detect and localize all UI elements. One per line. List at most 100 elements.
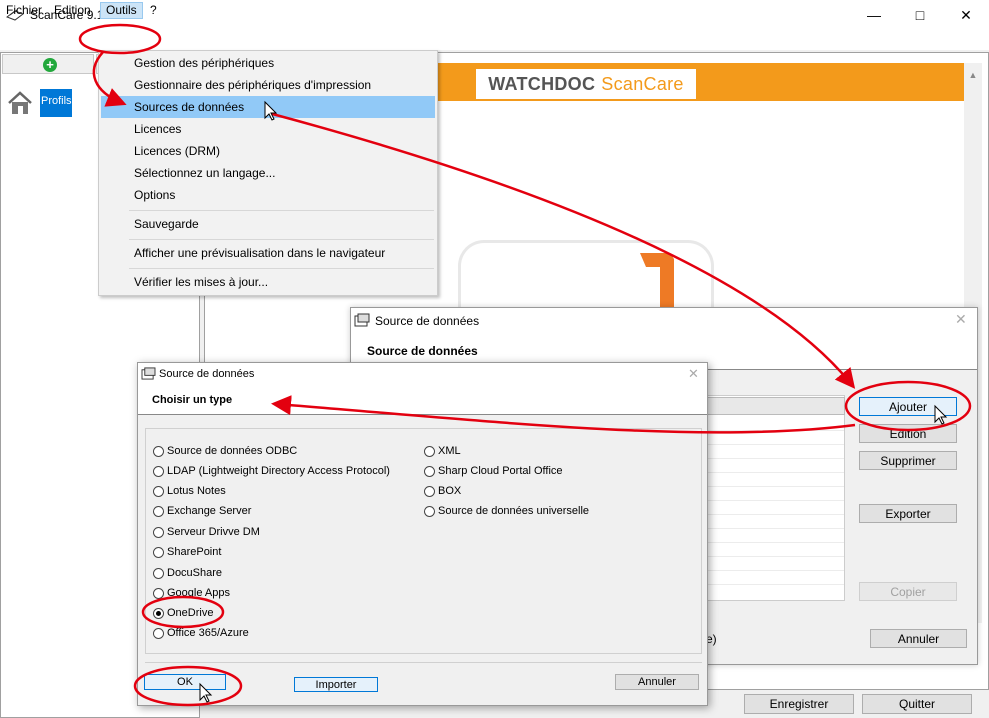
radio-button-selected[interactable] bbox=[153, 607, 164, 619]
type-cancel-button[interactable]: Annuler bbox=[615, 674, 699, 690]
radio-label: Source de données ODBC bbox=[167, 445, 298, 457]
radio-label: LDAP (Lightweight Directory Access Proto… bbox=[167, 465, 390, 477]
radio-option-odbc[interactable]: Source de données ODBC bbox=[153, 443, 297, 459]
menu-edition[interactable]: Edition bbox=[48, 2, 97, 19]
radio-option-ldap[interactable]: LDAP (Lightweight Directory Access Proto… bbox=[153, 463, 390, 479]
radio-label: Sharp Cloud Portal Office bbox=[438, 465, 563, 477]
datasource-dialog-title: Source de données bbox=[375, 314, 480, 328]
close-icon[interactable]: ✕ bbox=[943, 0, 989, 30]
radio-option-google-apps[interactable]: Google Apps bbox=[153, 585, 230, 601]
ok-button[interactable]: OK bbox=[144, 674, 226, 690]
menu-separator bbox=[129, 210, 434, 211]
radio-label: Office 365/Azure bbox=[167, 627, 249, 639]
outils-dropdown-menu: Gestion des périphériques Gestionnaire d… bbox=[98, 50, 438, 296]
list-row-line bbox=[706, 514, 844, 515]
menu-item-browser-preview[interactable]: Afficher une prévisualisation dans le na… bbox=[101, 242, 435, 264]
close-icon[interactable]: ✕ bbox=[955, 311, 971, 328]
radio-button[interactable] bbox=[153, 546, 164, 558]
radio-label: Serveur Drivve DM bbox=[167, 526, 260, 538]
list-row-line bbox=[706, 430, 844, 431]
menu-help[interactable]: ? bbox=[144, 2, 163, 19]
radio-option-drivve[interactable]: Serveur Drivve DM bbox=[153, 524, 260, 540]
list-row-line bbox=[706, 570, 844, 571]
export-button[interactable]: Exporter bbox=[859, 504, 957, 523]
copy-button[interactable]: Copier bbox=[859, 582, 957, 601]
radio-option-onedrive[interactable]: OneDrive bbox=[153, 605, 213, 621]
radio-option-docushare[interactable]: DocuShare bbox=[153, 565, 222, 581]
datasource-list-header bbox=[705, 397, 845, 415]
datasource-cancel-button[interactable]: Annuler bbox=[870, 629, 967, 648]
radio-button[interactable] bbox=[424, 465, 435, 477]
menu-item-check-updates[interactable]: Vérifier les mises à jour... bbox=[101, 271, 435, 293]
radio-button[interactable] bbox=[153, 627, 164, 639]
maximize-icon[interactable]: □ bbox=[897, 0, 943, 30]
choose-type-heading: Choisir un type bbox=[152, 394, 233, 406]
list-row-line bbox=[706, 542, 844, 543]
quit-button[interactable]: Quitter bbox=[862, 694, 972, 714]
list-row-line bbox=[706, 458, 844, 459]
radio-label: SharePoint bbox=[167, 546, 222, 558]
profiles-item[interactable]: Profils bbox=[40, 89, 72, 117]
menu-item-select-language[interactable]: Sélectionnez un langage... bbox=[101, 162, 435, 184]
watchdoc-logo: WATCHDOC ScanCare bbox=[476, 69, 696, 99]
radio-option-exchange[interactable]: Exchange Server bbox=[153, 503, 251, 519]
radio-button[interactable] bbox=[153, 587, 164, 599]
datasource-dialog-heading: Source de données bbox=[367, 344, 478, 358]
dialog-icon bbox=[354, 313, 370, 327]
add-button[interactable]: Ajouter bbox=[859, 397, 957, 416]
menu-item-licences[interactable]: Licences bbox=[101, 118, 435, 140]
menu-item-data-sources[interactable]: Sources de données bbox=[101, 96, 435, 118]
menu-separator bbox=[129, 239, 434, 240]
import-button[interactable]: Importer bbox=[294, 677, 378, 692]
radio-label: Exchange Server bbox=[167, 505, 252, 517]
dialog-icon bbox=[141, 367, 156, 380]
menu-item-device-management[interactable]: Gestion des périphériques bbox=[101, 52, 435, 74]
menu-item-backup[interactable]: Sauvegarde bbox=[101, 213, 435, 235]
radio-label: Lotus Notes bbox=[167, 485, 226, 497]
logo-text: WATCHDOC bbox=[488, 73, 596, 94]
radio-option-box[interactable]: BOX bbox=[424, 483, 461, 499]
list-row-line bbox=[706, 472, 844, 473]
radio-option-sharepoint[interactable]: SharePoint bbox=[153, 544, 221, 560]
profiles-toolbar: + bbox=[2, 54, 94, 74]
radio-button[interactable] bbox=[153, 567, 164, 579]
radio-button[interactable] bbox=[153, 465, 164, 477]
radio-button[interactable] bbox=[153, 485, 164, 497]
radio-option-office365[interactable]: Office 365/Azure bbox=[153, 625, 249, 641]
list-row-line bbox=[706, 584, 844, 585]
choose-type-dialog-title: Source de données bbox=[159, 368, 255, 380]
logo-accent-text: ScanCare bbox=[601, 73, 684, 94]
menu-item-options[interactable]: Options bbox=[101, 184, 435, 206]
radio-option-sharp-cloud[interactable]: Sharp Cloud Portal Office bbox=[424, 463, 563, 479]
dialog-separator bbox=[145, 662, 702, 663]
save-button[interactable]: Enregistrer bbox=[744, 694, 854, 714]
close-icon[interactable]: ✕ bbox=[688, 366, 704, 382]
radio-label: Source de données universelle bbox=[438, 505, 590, 517]
radio-label: XML bbox=[438, 445, 461, 457]
menu-item-licences-drm[interactable]: Licences (DRM) bbox=[101, 140, 435, 162]
menu-bar bbox=[0, 30, 989, 50]
edit-button[interactable]: Edition bbox=[859, 424, 957, 443]
radio-button[interactable] bbox=[153, 445, 164, 457]
list-row-line bbox=[706, 486, 844, 487]
menu-separator bbox=[129, 268, 434, 269]
menu-item-print-device-manager[interactable]: Gestionnaire des périphériques d'impress… bbox=[101, 74, 435, 96]
list-row-line bbox=[706, 528, 844, 529]
radio-button[interactable] bbox=[153, 505, 164, 517]
add-profile-icon[interactable]: + bbox=[43, 58, 57, 72]
radio-option-xml[interactable]: XML bbox=[424, 443, 461, 459]
radio-option-lotus-notes[interactable]: Lotus Notes bbox=[153, 483, 226, 499]
minimize-icon[interactable]: — bbox=[851, 0, 897, 30]
scroll-up-icon[interactable]: ▲ bbox=[964, 63, 982, 87]
delete-button[interactable]: Supprimer bbox=[859, 451, 957, 470]
list-row-line bbox=[706, 556, 844, 557]
radio-option-universal[interactable]: Source de données universelle bbox=[424, 503, 589, 519]
menu-fichier[interactable]: Fichier bbox=[0, 2, 48, 19]
radio-button[interactable] bbox=[153, 526, 164, 538]
radio-button[interactable] bbox=[424, 445, 435, 457]
menu-outils[interactable]: Outils bbox=[100, 2, 143, 19]
type-options-group bbox=[145, 428, 702, 654]
radio-button[interactable] bbox=[424, 505, 435, 517]
home-icon[interactable] bbox=[7, 91, 33, 115]
radio-button[interactable] bbox=[424, 485, 435, 497]
